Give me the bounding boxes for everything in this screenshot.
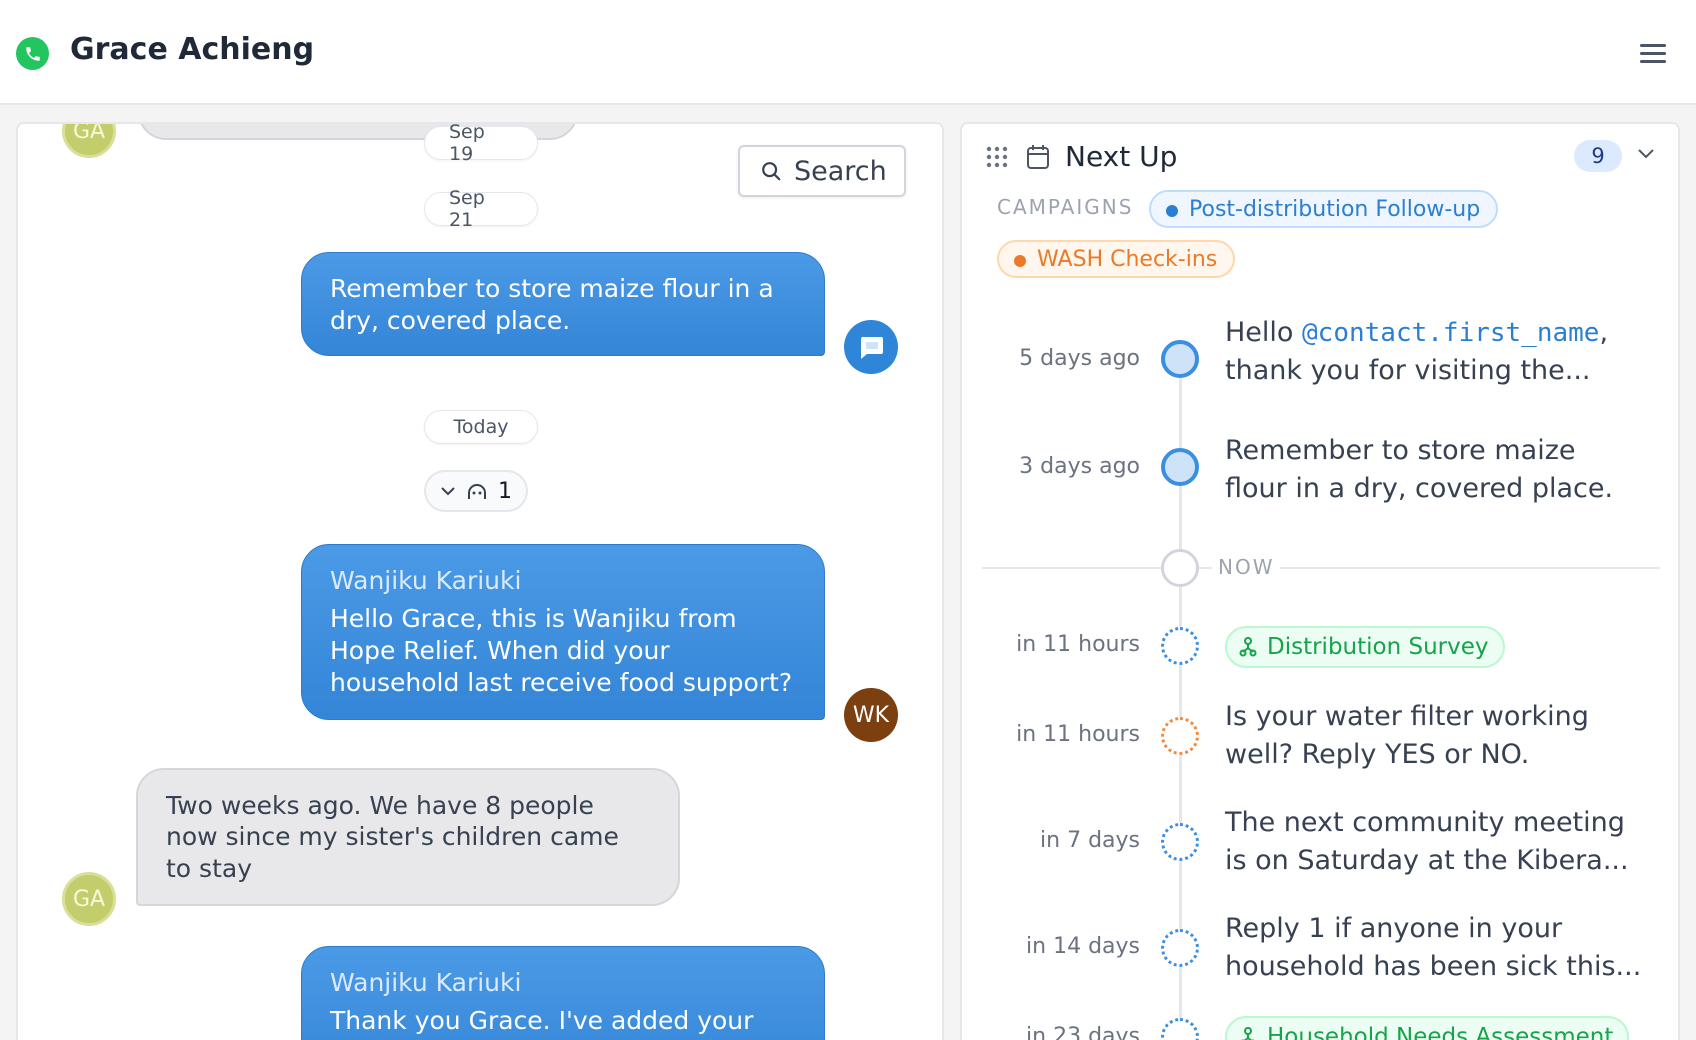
outgoing-message: Wanjiku Kariuki Thank you Grace. I've ad… bbox=[301, 946, 825, 1040]
scheduled-event-marker bbox=[1161, 929, 1199, 967]
past-event-marker bbox=[1161, 340, 1199, 378]
broadcast-avatar bbox=[844, 320, 898, 374]
robot-icon bbox=[468, 484, 486, 499]
calendar-icon bbox=[1027, 145, 1049, 169]
next-up-panel: Next Up 9 CAMPAIGNS Post-distribution Fo… bbox=[960, 122, 1680, 1040]
event-message[interactable]: Reply 1 if anyone in your household has … bbox=[1225, 910, 1645, 986]
date-divider: Today bbox=[424, 410, 538, 444]
message-text: Hello Grace, this is Wanjiku from Hope R… bbox=[330, 604, 793, 697]
event-time: in 11 hours bbox=[1016, 722, 1140, 747]
date-divider: Sep 19 bbox=[424, 124, 538, 165]
search-icon bbox=[762, 162, 781, 181]
flow-icon bbox=[1239, 637, 1257, 657]
campaigns-label: CAMPAIGNS bbox=[997, 195, 1134, 219]
chat-bubble-icon bbox=[861, 337, 883, 359]
agent-avatar: WK bbox=[844, 688, 898, 742]
drag-handle-icon[interactable] bbox=[986, 146, 1008, 168]
campaign-tag-post-distribution[interactable]: Post-distribution Follow-up bbox=[1149, 190, 1499, 228]
message-sender: Wanjiku Kariuki bbox=[330, 968, 522, 997]
search-button[interactable]: Search bbox=[738, 145, 906, 197]
message-sender: Wanjiku Kariuki bbox=[330, 566, 522, 595]
flow-name: Distribution Survey bbox=[1267, 634, 1489, 660]
contact-avatar: GA bbox=[62, 872, 116, 926]
scheduled-event-marker bbox=[1161, 823, 1199, 861]
chat-panel[interactable]: GA Sep 19 Search Sep 21 Remember to stor… bbox=[16, 122, 944, 1040]
scheduled-event-marker bbox=[1161, 717, 1199, 755]
scheduled-event-marker bbox=[1161, 627, 1199, 665]
outgoing-message: Remember to store maize flour in a dry, … bbox=[301, 252, 825, 356]
scheduled-event-marker bbox=[1161, 1018, 1199, 1040]
event-time: 3 days ago bbox=[1019, 454, 1140, 479]
phone-icon bbox=[16, 37, 49, 70]
event-time: in 14 days bbox=[1026, 934, 1140, 959]
event-message[interactable]: Hello @contact.first_name, thank you for… bbox=[1225, 314, 1645, 390]
chevron-down-icon[interactable] bbox=[1636, 146, 1656, 162]
event-message[interactable]: The next community meeting is on Saturda… bbox=[1225, 804, 1645, 880]
now-label: NOW bbox=[1212, 555, 1281, 579]
event-time: in 11 hours bbox=[1016, 632, 1140, 657]
event-message[interactable]: Remember to store maize flour in a dry, … bbox=[1225, 432, 1645, 508]
next-up-title: Next Up bbox=[1065, 140, 1178, 173]
flow-tag[interactable]: Household Needs Assessment bbox=[1225, 1016, 1630, 1040]
date-divider: Sep 21 bbox=[424, 187, 538, 231]
top-bar: Grace Achieng bbox=[0, 0, 1696, 105]
flow-tag[interactable]: Distribution Survey bbox=[1225, 626, 1505, 668]
message-text: Thank you Grace. I've added your bbox=[330, 1006, 754, 1035]
message-text: Two weeks ago. We have 8 people now sinc… bbox=[166, 791, 619, 883]
collapsed-count: 1 bbox=[498, 478, 512, 504]
flow-icon bbox=[1241, 1027, 1255, 1040]
event-time: in 7 days bbox=[1040, 828, 1140, 853]
event-time: in 23 days bbox=[1026, 1024, 1140, 1040]
message-text: Remember to store maize flour in a dry, … bbox=[330, 274, 774, 335]
event-message[interactable]: Is your water filter working well? Reply… bbox=[1225, 698, 1645, 774]
contact-avatar: GA bbox=[62, 124, 116, 158]
flow-name: Household Needs Assessment bbox=[1267, 1024, 1614, 1040]
events-count-badge: 9 bbox=[1574, 140, 1622, 172]
campaign-tag-wash[interactable]: WASH Check-ins bbox=[997, 240, 1236, 278]
now-marker bbox=[1161, 549, 1199, 587]
outgoing-message: Wanjiku Kariuki Hello Grace, this is Wan… bbox=[301, 544, 825, 720]
contact-variable: @contact.first_name bbox=[1302, 318, 1600, 348]
collapsed-events-toggle[interactable]: 1 bbox=[424, 470, 528, 512]
contact-name: Grace Achieng bbox=[70, 32, 315, 67]
event-time: 5 days ago bbox=[1019, 346, 1140, 371]
now-divider bbox=[982, 567, 1660, 569]
past-event-marker bbox=[1161, 448, 1199, 486]
chevron-down-icon bbox=[441, 487, 455, 496]
hamburger-menu-icon[interactable] bbox=[1640, 44, 1666, 64]
incoming-message: Two weeks ago. We have 8 people now sinc… bbox=[136, 768, 680, 906]
search-label: Search bbox=[794, 155, 887, 187]
